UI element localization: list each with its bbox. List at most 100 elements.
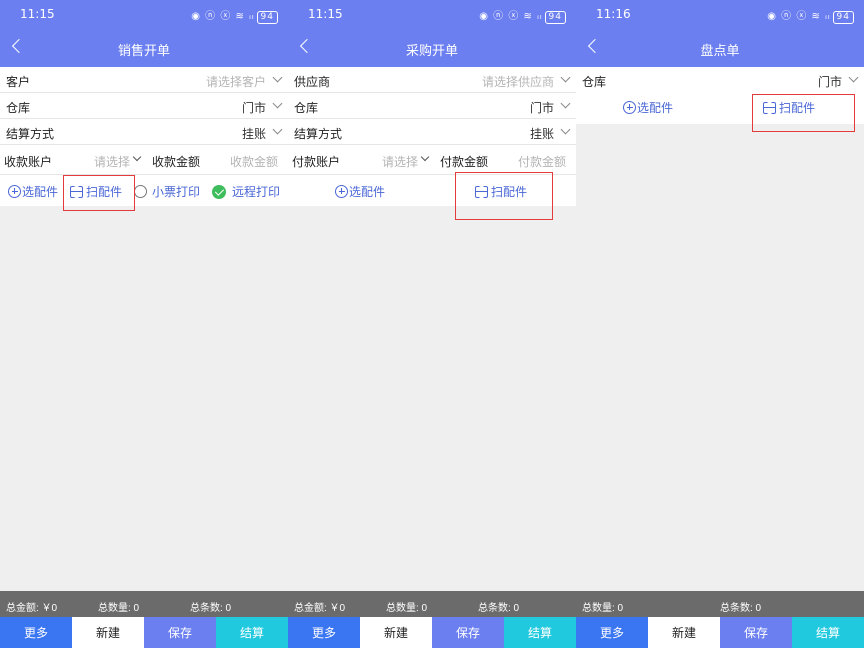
chevron-down-icon — [560, 124, 571, 135]
field-value: 门市 — [241, 101, 266, 115]
summary-bar: 总金额: ￥0 总数量: 0 总条数: 0 — [0, 591, 288, 617]
account-select[interactable]: 请选择 — [94, 153, 130, 170]
account-select[interactable]: 请选择 — [382, 153, 418, 170]
more-button[interactable]: 更多 — [0, 617, 72, 648]
chevron-down-icon — [848, 72, 859, 83]
field-label: 仓库 — [6, 101, 31, 115]
chevron-down-icon — [272, 98, 283, 109]
select-parts-button[interactable]: 选配件 — [623, 99, 673, 116]
select-parts-label: 选配件 — [637, 101, 674, 115]
settlement-method-field[interactable]: 结算方式 挂账 — [288, 119, 576, 145]
field-label: 供应商 — [294, 75, 331, 89]
status-bar: 11:15 ◉ ⓝ ⓧ ≋ ᵢₗ 94 — [0, 0, 288, 28]
settlement-method-field[interactable]: 结算方式 挂账 — [0, 119, 288, 145]
page-title: 销售开单 — [117, 43, 170, 58]
purchase-order-screen: 11:15 ◉ ⓝ ⓧ ≋ ᵢₗ 94 采购开单 供应商 请选择供应商 仓库 门市… — [288, 0, 576, 648]
ticket-print-radio[interactable]: 小票打印 — [134, 183, 200, 200]
warehouse-field[interactable]: 仓库 门市 — [288, 93, 576, 119]
customer-field[interactable]: 客户 请选择客户 — [0, 67, 288, 93]
field-value: 门市 — [529, 101, 554, 115]
scan-parts-button[interactable]: 扫配件 — [763, 99, 815, 116]
status-icons: ◉ ⓝ ⓧ ≋ ᵢₗ 94 — [191, 7, 278, 24]
field-value: 挂账 — [529, 127, 554, 141]
new-button[interactable]: 新建 — [360, 617, 432, 648]
status-time: 11:15 — [20, 7, 55, 21]
amount-label: 收款金额 — [152, 155, 201, 169]
total-count: 总条数: 0 — [720, 603, 762, 614]
field-placeholder: 请选择供应商 — [481, 75, 554, 89]
page-title: 盘点单 — [700, 43, 740, 58]
screens-row: 11:15 ◉ ⓝ ⓧ ≋ ᵢₗ 94 销售开单 客户 请选择客户 仓库 门市 结… — [0, 0, 864, 648]
remote-print-radio[interactable]: 远程打印 — [212, 183, 280, 200]
warehouse-field[interactable]: 仓库 门市 — [0, 93, 288, 119]
payment-row: 收款账户 请选择 收款金额 收款金额 — [0, 145, 288, 175]
total-amount: 总金额: ￥0 — [6, 603, 58, 614]
plus-circle-icon — [8, 185, 21, 198]
select-parts-label: 选配件 — [22, 185, 59, 199]
supplier-field[interactable]: 供应商 请选择供应商 — [288, 67, 576, 93]
action-row: 选配件 扫配件 — [288, 175, 576, 206]
scan-icon — [475, 186, 488, 198]
chevron-down-icon — [132, 152, 142, 162]
total-count: 总条数: 0 — [478, 603, 520, 614]
field-label: 仓库 — [294, 101, 319, 115]
save-button[interactable]: 保存 — [720, 617, 792, 648]
nav-bar: 盘点单 — [576, 28, 864, 67]
total-quantity: 总数量: 0 — [582, 603, 624, 614]
scan-parts-label: 扫配件 — [86, 185, 123, 199]
chevron-down-icon — [560, 72, 571, 83]
new-button[interactable]: 新建 — [648, 617, 720, 648]
settle-button[interactable]: 结算 — [792, 617, 864, 648]
summary-bar: 总数量: 0 总条数: 0 — [576, 591, 864, 617]
order-form: 供应商 请选择供应商 仓库 门市 结算方式 挂账 付款账户 请选择 付款金额 付… — [288, 67, 576, 175]
plus-circle-icon — [335, 185, 348, 198]
nav-bar: 采购开单 — [288, 28, 576, 67]
action-row: 选配件 扫配件 小票打印 远程打印 — [0, 175, 288, 206]
status-bar: 11:16 ◉ ⓝ ⓧ ≋ ᵢₗ 94 — [576, 0, 864, 28]
status-bar: 11:15 ◉ ⓝ ⓧ ≋ ᵢₗ 94 — [288, 0, 576, 28]
field-label: 客户 — [6, 75, 31, 89]
status-glyphs: ◉ ⓝ ⓧ ≋ ᵢₗ — [479, 11, 543, 22]
remote-print-label: 远程打印 — [232, 185, 281, 199]
more-button[interactable]: 更多 — [576, 617, 648, 648]
payment-row: 付款账户 请选择 付款金额 付款金额 — [288, 145, 576, 175]
bottom-toolbar: 更多 新建 保存 结算 — [0, 617, 288, 648]
field-value: 门市 — [817, 75, 842, 89]
scan-parts-button[interactable]: 扫配件 — [70, 183, 122, 200]
account-label: 付款账户 — [292, 155, 341, 169]
chevron-down-icon — [560, 98, 571, 109]
status-icons: ◉ ⓝ ⓧ ≋ ᵢₗ 94 — [767, 7, 854, 24]
field-value: 挂账 — [241, 127, 266, 141]
scan-parts-label: 扫配件 — [491, 185, 528, 199]
warehouse-field[interactable]: 仓库 门市 — [576, 67, 864, 93]
summary-bar: 总金额: ￥0 总数量: 0 总条数: 0 — [288, 591, 576, 617]
amount-input[interactable]: 付款金额 — [518, 153, 566, 170]
settle-button[interactable]: 结算 — [504, 617, 576, 648]
field-label: 结算方式 — [6, 127, 55, 141]
ticket-print-label: 小票打印 — [152, 185, 201, 199]
battery-icon: 94 — [256, 11, 278, 24]
check-circle-icon — [212, 185, 226, 199]
action-row: 选配件 扫配件 — [576, 93, 864, 124]
stocktake-form: 仓库 门市 选配件 扫配件 — [576, 67, 864, 124]
total-quantity: 总数量: 0 — [386, 603, 428, 614]
total-count: 总条数: 0 — [190, 603, 232, 614]
save-button[interactable]: 保存 — [432, 617, 504, 648]
status-time: 11:15 — [308, 7, 343, 21]
select-parts-button[interactable]: 选配件 — [335, 183, 385, 200]
field-label: 结算方式 — [294, 127, 343, 141]
amount-input[interactable]: 收款金额 — [230, 153, 278, 170]
chevron-down-icon — [420, 152, 430, 162]
select-parts-label: 选配件 — [349, 185, 386, 199]
account-label: 收款账户 — [4, 155, 53, 169]
more-button[interactable]: 更多 — [288, 617, 360, 648]
status-icons: ◉ ⓝ ⓧ ≋ ᵢₗ 94 — [479, 7, 566, 24]
new-button[interactable]: 新建 — [72, 617, 144, 648]
sales-order-screen: 11:15 ◉ ⓝ ⓧ ≋ ᵢₗ 94 销售开单 客户 请选择客户 仓库 门市 结… — [0, 0, 288, 648]
scan-parts-button[interactable]: 扫配件 — [475, 183, 527, 200]
select-parts-button[interactable]: 选配件 — [8, 183, 58, 200]
bottom-toolbar: 更多 新建 保存 结算 — [576, 617, 864, 648]
settle-button[interactable]: 结算 — [216, 617, 288, 648]
total-quantity: 总数量: 0 — [98, 603, 140, 614]
save-button[interactable]: 保存 — [144, 617, 216, 648]
